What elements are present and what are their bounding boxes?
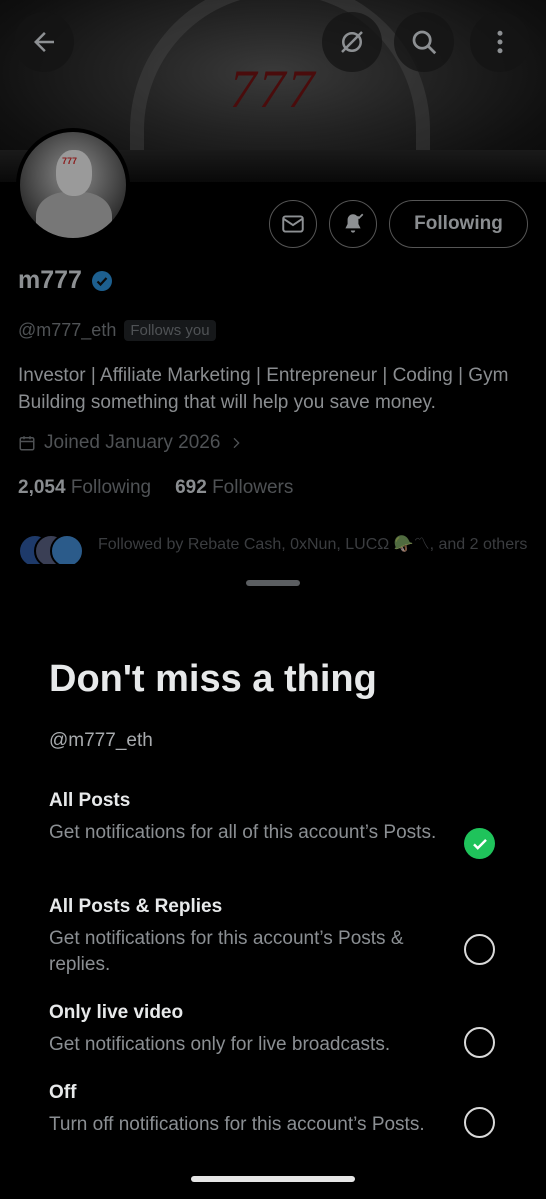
- notifications-button[interactable]: [329, 200, 377, 248]
- mini-avatar: [50, 534, 84, 568]
- option-description: Get notifications for this account’s Pos…: [49, 928, 404, 975]
- search-icon: [412, 30, 437, 55]
- sheet-handle: @m777_eth: [49, 730, 153, 751]
- option-title: Off: [49, 1082, 77, 1103]
- radio-all-posts[interactable]: [464, 828, 495, 859]
- joined-row[interactable]: Joined January 2026: [18, 432, 244, 454]
- banner-text: 777: [229, 59, 317, 119]
- envelope-icon: [282, 215, 304, 233]
- search-button[interactable]: [394, 12, 454, 72]
- more-button[interactable]: [470, 12, 530, 72]
- following-button[interactable]: Following: [389, 200, 528, 248]
- calendar-icon: [19, 436, 35, 451]
- radio-only-live-video[interactable]: [464, 1027, 495, 1058]
- option-title: All Posts: [49, 790, 131, 811]
- bio: Investor | Affiliate Marketing | Entrepr…: [18, 365, 509, 413]
- avatar[interactable]: 777: [16, 128, 130, 242]
- grok-icon: [341, 31, 363, 53]
- more-vertical-icon: [497, 30, 503, 54]
- checkmark-icon: [472, 838, 487, 850]
- option-all-posts-replies[interactable]: All Posts & Replies Get notifications fo…: [49, 895, 509, 978]
- display-name-row: m777: [18, 266, 114, 295]
- display-name: m777: [18, 266, 82, 294]
- joined-date: Joined January 2026: [44, 432, 221, 453]
- chevron-right-icon: [233, 437, 241, 449]
- bell-check-icon: [345, 213, 364, 233]
- avatar-statue-body: [36, 192, 112, 238]
- back-arrow-icon: [34, 32, 54, 52]
- sheet-title: Don't miss a thing: [49, 658, 377, 700]
- follow-stats: 2,054 Following 692 Followers: [18, 477, 293, 499]
- option-title: Only live video: [49, 1002, 184, 1023]
- option-off[interactable]: Off Turn off notifications for this acco…: [49, 1081, 509, 1138]
- verified-badge-icon: [91, 270, 112, 291]
- handle: @m777_eth: [18, 320, 117, 340]
- following-count: 2,054: [18, 477, 66, 498]
- radio-off[interactable]: [464, 1107, 495, 1138]
- grok-button[interactable]: [322, 12, 382, 72]
- back-button[interactable]: [14, 12, 74, 72]
- option-all-posts[interactable]: All Posts Get notifications for all of t…: [49, 789, 509, 846]
- home-indicator[interactable]: [191, 1176, 355, 1182]
- message-button[interactable]: [269, 200, 317, 248]
- option-description: Get notifications for all of this accoun…: [49, 822, 437, 843]
- option-description: Get notifications only for live broadcas…: [49, 1034, 391, 1055]
- option-title: All Posts & Replies: [49, 896, 223, 917]
- handle-row: @m777_eth Follows you: [18, 320, 216, 341]
- sheet-grabber[interactable]: [246, 580, 300, 586]
- notification-sheet: Don't miss a thing @m777_eth All Posts G…: [0, 564, 546, 1199]
- option-only-live-video[interactable]: Only live video Get notifications only f…: [49, 1001, 509, 1058]
- radio-all-posts-replies[interactable]: [464, 934, 495, 965]
- followers-stat[interactable]: 692 Followers: [175, 477, 293, 499]
- followers-label: Followers: [212, 477, 294, 498]
- followers-count: 692: [175, 477, 207, 498]
- profile-background: 777 777 Following m777 @m777_eth Follows…: [0, 0, 546, 600]
- option-description: Turn off notifications for this account’…: [49, 1114, 425, 1135]
- follows-you-badge: Follows you: [124, 320, 216, 341]
- following-stat[interactable]: 2,054 Following: [18, 477, 151, 499]
- following-label: Following: [70, 477, 152, 498]
- avatar-tag: 777: [62, 156, 78, 166]
